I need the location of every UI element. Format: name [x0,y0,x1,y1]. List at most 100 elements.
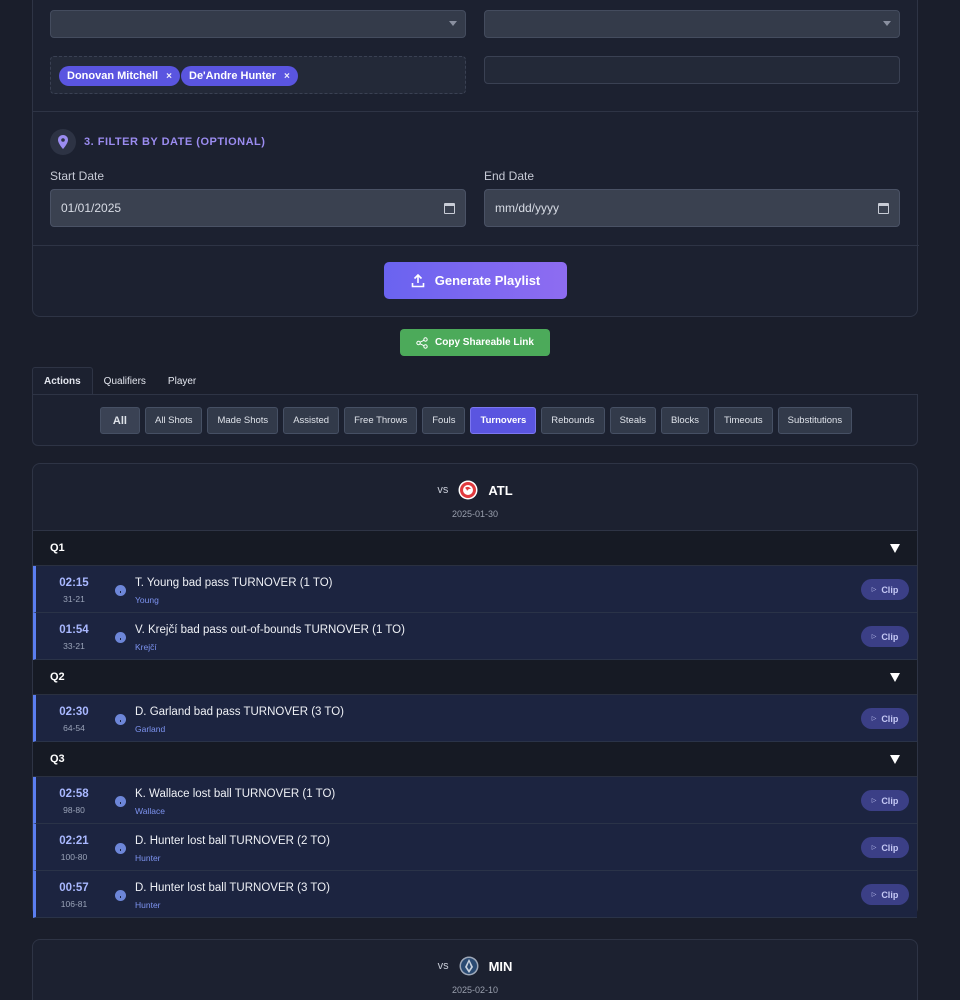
quarter-label: Q2 [50,671,65,683]
quarter-header[interactable]: Q3 [33,742,917,777]
play-player: Wallace [135,806,165,816]
filter-chip-timeouts[interactable]: Timeouts [713,407,773,434]
clip-button[interactable]: ▷ Clip [861,626,909,647]
filter-chip-steals[interactable]: Steals [609,407,656,434]
play-time: 02:15 [59,577,89,589]
end-date-input[interactable]: mm/dd/yyyy [484,189,900,227]
game-date: 2025-01-30 [451,509,499,519]
filter-chip-substitutions[interactable]: Substitutions [777,407,853,434]
clip-button[interactable]: ▷ Clip [861,708,909,729]
play-score: 31-21 [63,594,85,604]
action-chips: All All Shots Made Shots Assisted Free Throw… [33,407,919,434]
team-select-left[interactable] [50,10,466,38]
play-row[interactable]: 02:30 64-54 D. Garland bad pass TURNOVER (… [33,695,917,742]
play-time: 02:30 [59,706,89,718]
game-header: vs MIN 2025-02-10 [33,940,917,1000]
chevron-down-icon [883,21,891,26]
calendar-icon[interactable] [878,203,889,214]
play-score: 33-21 [63,641,85,651]
tab-player[interactable]: Player [157,367,207,395]
filter-panel: Donovan Mitchell × De'Andre Hunter × 3. FI… [32,0,919,317]
generate-playlist-button[interactable]: Generate Playlist [384,262,567,299]
start-date-label: Start Date [50,169,105,183]
play-player: Garland [135,724,166,734]
clip-button[interactable]: ▷ Clip [861,837,909,858]
quarter-header[interactable]: Q2 [33,660,917,695]
filter-chip-fouls[interactable]: Fouls [422,407,466,434]
team-select-right[interactable] [484,10,900,38]
play-player: Hunter [135,900,161,910]
end-date-label: End Date [484,169,535,183]
play-icon: ▷ [871,634,877,640]
collapse-toggle-icon[interactable] [890,755,900,764]
play-icon: ▷ [871,892,877,898]
opponent-team: ATL [488,482,513,498]
collapse-toggle-icon[interactable] [890,673,900,682]
player-tag[interactable]: De'Andre Hunter × [181,66,298,86]
filter-chip-all[interactable]: All [99,407,140,434]
filter-chip-free-throws[interactable]: Free Throws [344,407,418,434]
location-pin-icon [50,129,76,155]
play-description: D. Hunter lost ball TURNOVER (2 TO) [135,835,330,847]
play-row[interactable]: 00:57 106-81 D. Hunter lost ball TURNOVER … [33,871,917,918]
section-title: 3. FILTER BY DATE (OPTIONAL) [84,136,266,148]
play-time: 02:58 [59,788,89,800]
upload-icon [411,273,425,287]
play-type-icon [115,843,126,854]
play-icon: ▷ [871,798,877,804]
play-time: 01:54 [59,624,89,636]
chevron-down-icon [449,21,457,26]
divider [33,245,919,246]
play-type-icon [115,585,126,596]
tab-actions[interactable]: Actions [32,367,93,395]
play-type-icon [115,714,126,725]
filter-chip-assisted[interactable]: Assisted [283,407,340,434]
clip-button[interactable]: ▷ Clip [861,790,909,811]
player-tag-input[interactable]: Donovan Mitchell × De'Andre Hunter × [50,56,466,94]
play-row[interactable]: 01:54 33-21 V. Krejčí bad pass out-of-boun… [33,613,917,660]
remove-tag-icon[interactable]: × [166,71,172,82]
play-description: T. Young bad pass TURNOVER (1 TO) [135,577,333,589]
player-tag-input-right[interactable] [484,56,900,84]
play-row[interactable]: 02:15 31-21 T. Young bad pass TURNOVER (1 … [33,566,917,613]
play-description: K. Wallace lost ball TURNOVER (1 TO) [135,788,336,800]
player-tag[interactable]: Donovan Mitchell × [59,66,180,86]
calendar-icon[interactable] [444,203,455,214]
quarter-header[interactable]: Q1 [33,531,917,566]
opponent-team: MIN [488,958,513,974]
filter-chip-turnovers[interactable]: Turnovers [470,407,537,434]
play-description: V. Krejčí bad pass out-of-bounds TURNOVE… [135,624,405,636]
filter-chip-made-shots[interactable]: Made Shots [207,407,279,434]
play-player: Hunter [135,853,161,863]
action-filter-bar: All All Shots Made Shots Assisted Free Throw… [32,394,918,446]
play-score: 100-80 [60,852,88,862]
play-time: 02:21 [59,835,89,847]
play-score: 106-81 [60,899,88,909]
filter-tabs: Actions Qualifiers Player [32,367,207,395]
play-time: 00:57 [59,882,89,894]
play-description: D. Hunter lost ball TURNOVER (3 TO) [135,882,330,894]
play-player: Young [135,595,159,605]
hawks-logo-icon [458,480,478,500]
filter-chip-rebounds[interactable]: Rebounds [541,407,605,434]
tab-qualifiers[interactable]: Qualifiers [93,367,157,395]
clip-button[interactable]: ▷ Clip [861,579,909,600]
copy-link-button[interactable]: Copy Shareable Link [400,329,550,356]
remove-tag-icon[interactable]: × [284,71,290,82]
divider [33,111,919,112]
play-icon: ▷ [871,587,877,593]
play-row[interactable]: 02:58 98-80 K. Wallace lost ball TURNOVER … [33,777,917,824]
collapse-toggle-icon[interactable] [890,544,900,553]
play-type-icon [115,890,126,901]
clip-button[interactable]: ▷ Clip [861,884,909,905]
filter-chip-blocks[interactable]: Blocks [660,407,709,434]
start-date-input[interactable]: 01/01/2025 [50,189,466,227]
play-score: 64-54 [63,723,85,733]
game-card: vs ATL 2025-01-30 Q1 02:15 31-21 T. Young b… [32,463,918,918]
quarter-label: Q1 [50,542,65,554]
timberwolves-logo-icon [459,956,479,976]
filter-chip-all-shots[interactable]: All Shots [144,407,203,434]
share-icon [416,336,428,349]
play-row[interactable]: 02:21 100-80 D. Hunter lost ball TURNOVER … [33,824,917,871]
play-type-icon [115,796,126,807]
